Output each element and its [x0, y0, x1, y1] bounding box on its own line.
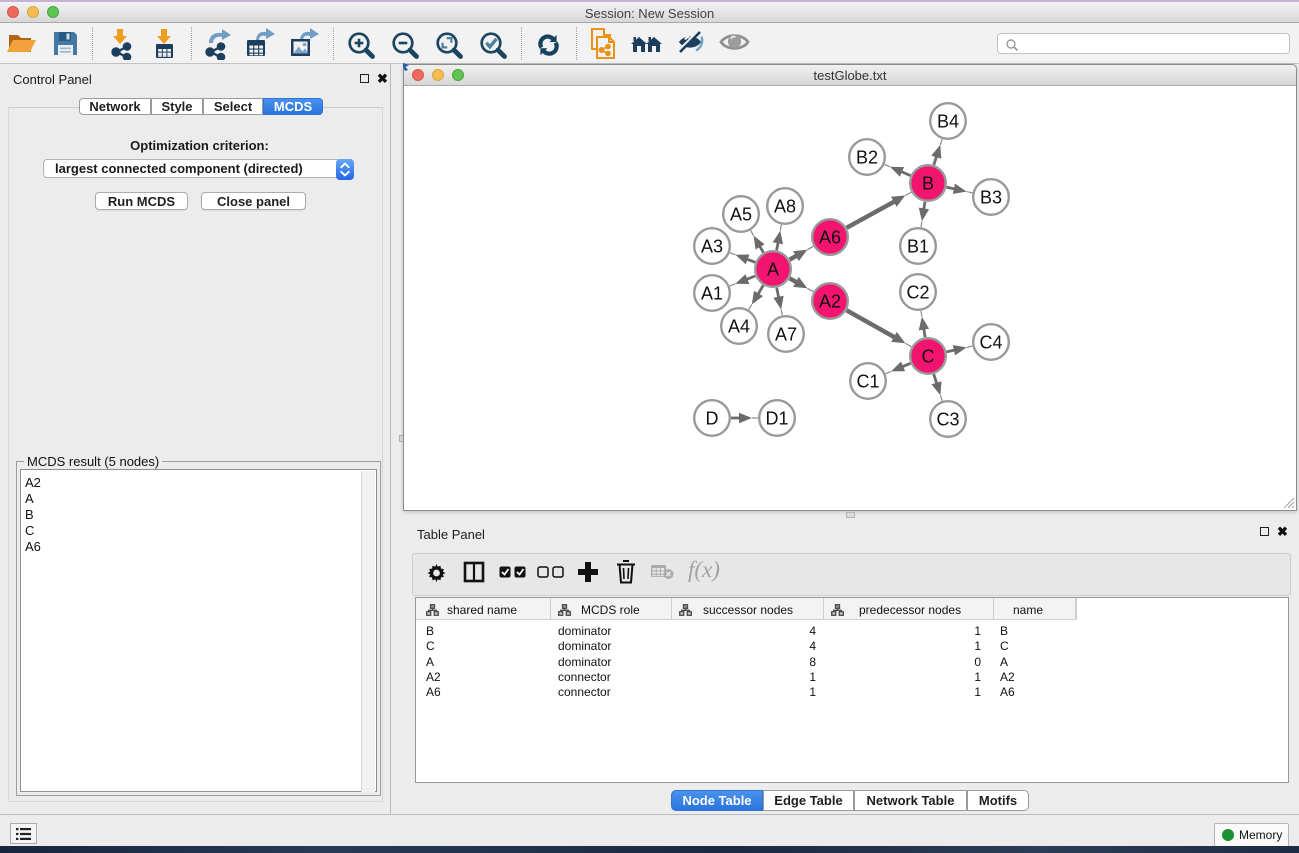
svg-text:C1: C1 — [856, 372, 879, 392]
svg-text:A: A — [767, 260, 779, 280]
svg-text:C4: C4 — [979, 333, 1002, 353]
svg-text:B2: B2 — [856, 148, 878, 168]
svg-text:B: B — [922, 174, 934, 194]
svg-text:C: C — [922, 347, 935, 367]
svg-text:C2: C2 — [906, 283, 929, 303]
svg-text:B1: B1 — [907, 237, 929, 257]
svg-text:A4: A4 — [728, 317, 750, 337]
svg-text:A7: A7 — [775, 325, 797, 345]
svg-text:A6: A6 — [819, 228, 841, 248]
svg-text:A2: A2 — [819, 292, 841, 312]
svg-text:A5: A5 — [730, 205, 752, 225]
svg-text:B4: B4 — [937, 112, 959, 132]
svg-text:C3: C3 — [936, 410, 959, 430]
svg-text:B3: B3 — [980, 188, 1002, 208]
svg-text:D: D — [706, 409, 719, 429]
svg-text:A1: A1 — [701, 284, 723, 304]
svg-text:A8: A8 — [774, 197, 796, 217]
svg-text:D1: D1 — [765, 409, 788, 429]
svg-text:A3: A3 — [701, 237, 723, 257]
